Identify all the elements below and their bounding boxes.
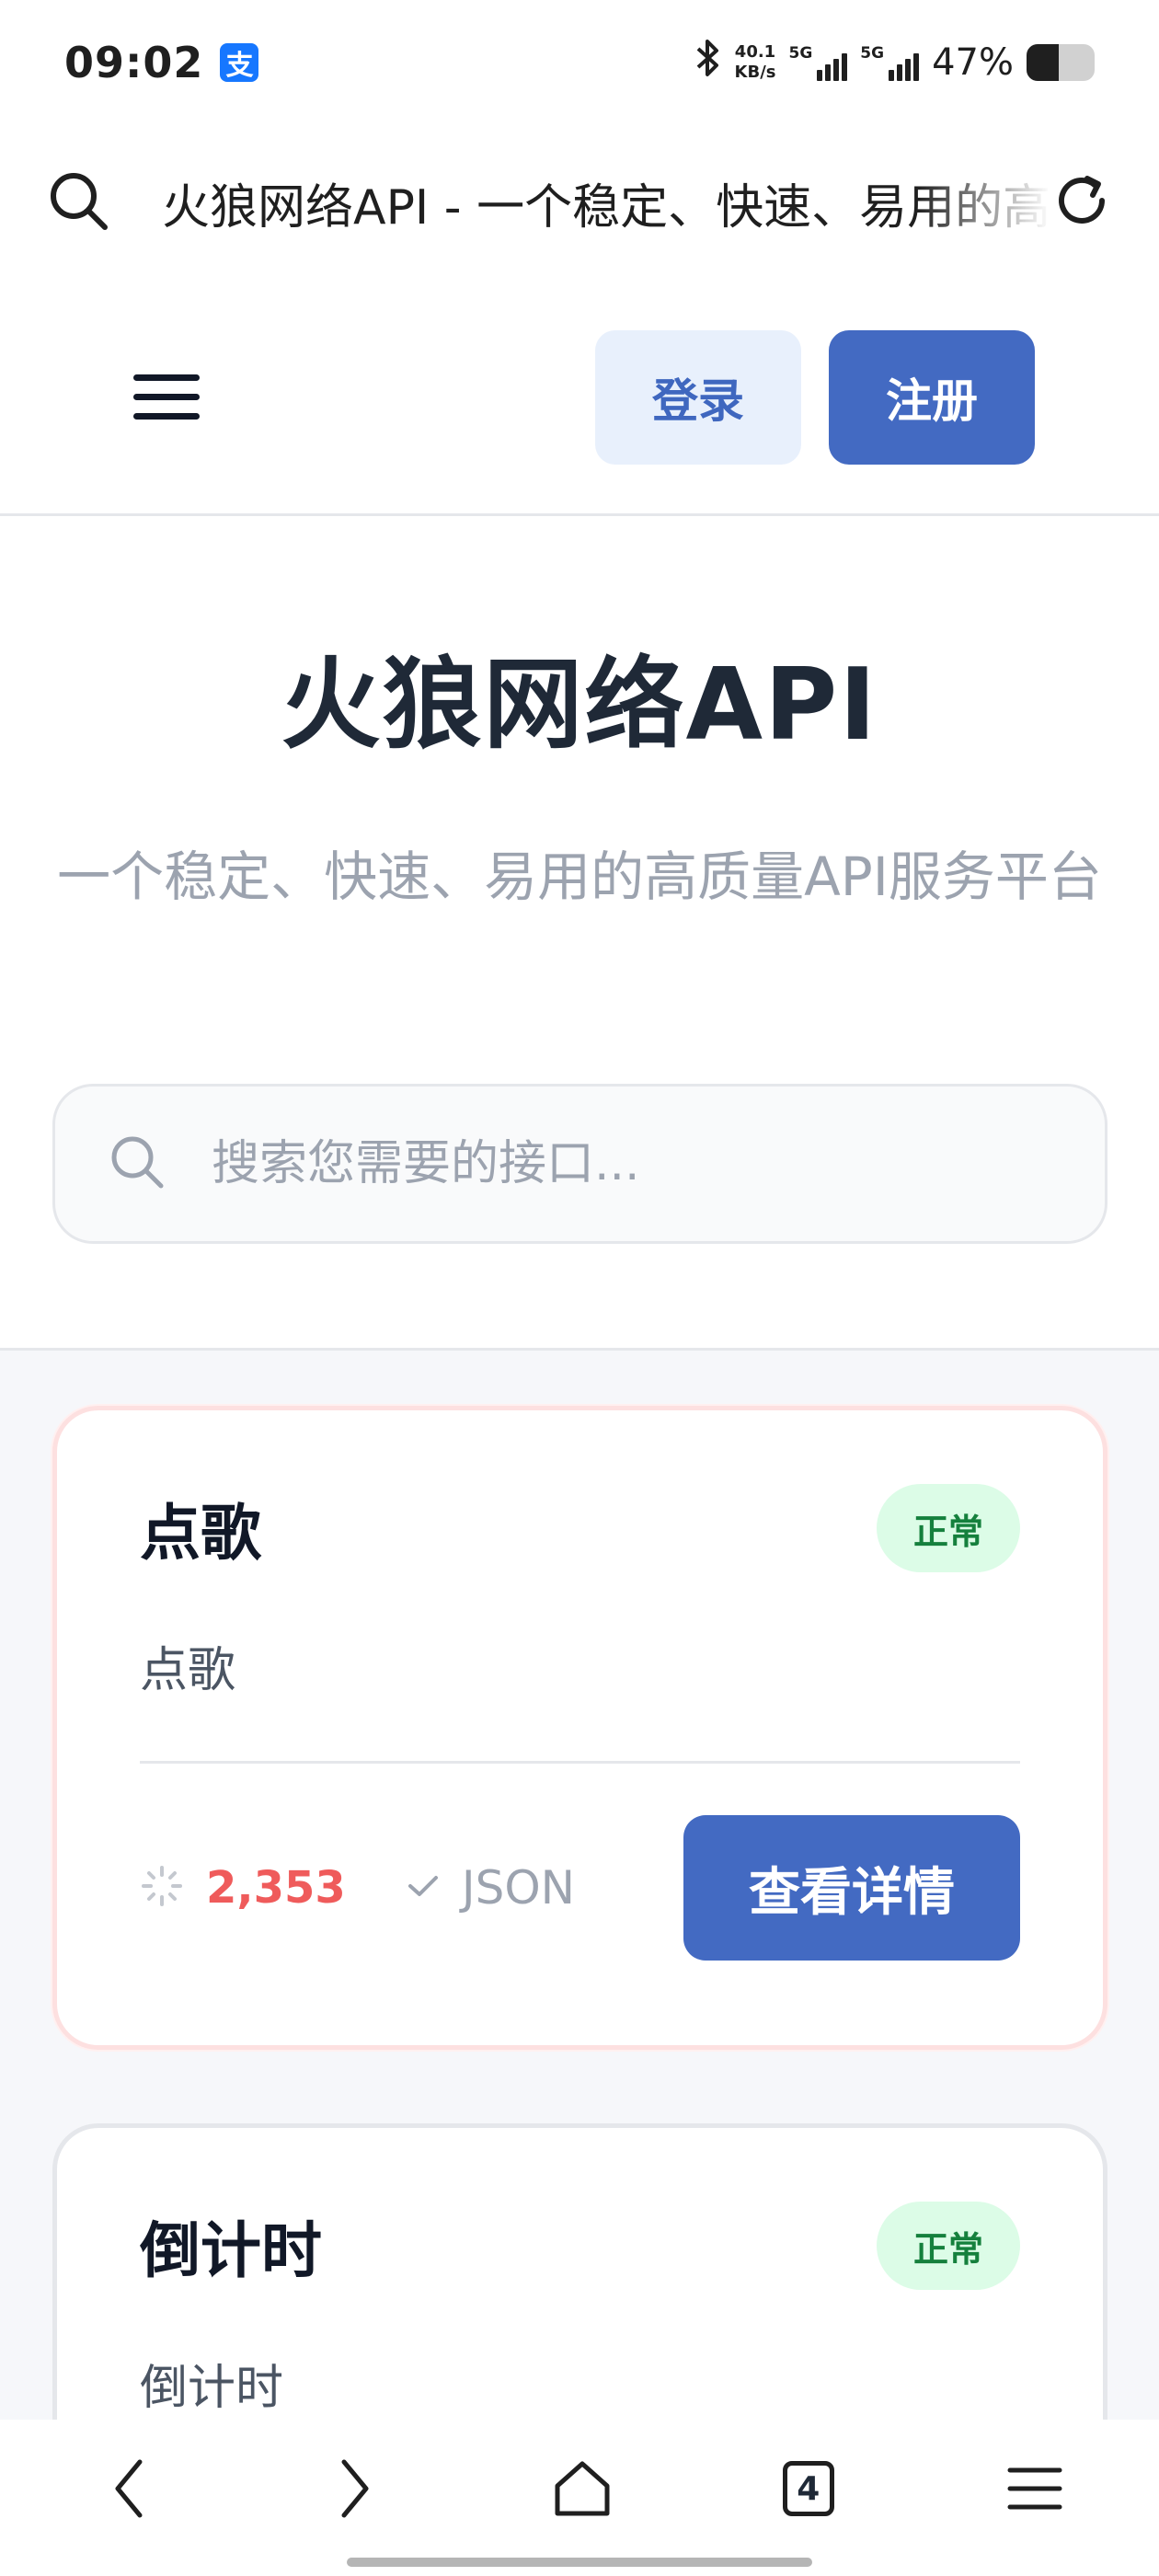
status-bar: 09:02 支 40.1 KB/s 5G 5G 47% [0,0,1159,124]
response-format: JSON [407,1861,575,1915]
check-icon [407,1872,440,1903]
browser-bottom-nav: 4 [0,2420,1159,2576]
login-button[interactable]: 登录 [595,329,801,465]
search-icon[interactable] [46,168,110,236]
call-count-value: 2,353 [206,1862,346,1914]
api-card-description: 点歌 [140,1643,236,1698]
tab-count: 4 [782,2461,834,2516]
hero-section: 火狼网络API 一个稳定、快速、易用的高质量API服务平台 [0,516,1159,1348]
status-indicators: 40.1 KB/s 5G 5G 47% [694,38,1095,87]
api-card-description: 倒计时 [140,2361,284,2416]
reload-icon[interactable] [1050,169,1113,236]
browser-address-bar[interactable]: 火狼网络API - 一个稳定、快速、易用的高质量API服务平台 [0,124,1159,281]
signal-5g-1-label: 5G [788,43,813,63]
api-card[interactable]: 点歌 正常 点歌 2,353 JSON 查看详情 [52,1406,1107,2050]
network-speed-unit: KB/s [734,62,776,82]
battery-percent: 47% [932,40,1014,84]
battery-icon [1027,43,1095,81]
api-card[interactable]: 倒计时 正常 倒计时 [52,2123,1107,2420]
status-time: 09:02 [64,37,204,87]
search-icon [109,1133,166,1194]
api-card-title: 倒计时 [140,2215,322,2286]
search-box[interactable] [52,1084,1107,1244]
signal-5g-2-label: 5G [860,43,885,63]
api-card-title: 点歌 [140,1498,261,1569]
battery-level-fill [1027,43,1059,81]
call-count: 2,353 [140,1862,346,1914]
signal-5g-1-icon: 5G [789,44,848,81]
network-speed: 40.1 KB/s [735,42,776,83]
register-button[interactable]: 注册 [829,329,1035,465]
site-header: 登录 注册 [0,281,1159,516]
menu-icon[interactable] [998,2452,1072,2525]
auth-buttons: 登录 注册 [595,329,1035,465]
network-speed-value: 40.1 [734,41,776,62]
home-icon[interactable] [545,2452,619,2525]
bluetooth-icon [694,38,722,87]
page-title: 火狼网络API [281,648,878,763]
menu-icon[interactable] [133,374,200,420]
loading-spinner-icon [140,1864,184,1912]
address-bar-page-title[interactable]: 火狼网络API - 一个稳定、快速、易用的高质量API服务平台 [162,168,1050,237]
back-icon[interactable] [92,2452,166,2525]
divider [140,1761,1020,1764]
home-indicator[interactable] [347,2558,812,2567]
page-subtitle: 一个稳定、快速、易用的高质量API服务平台 [57,845,1102,908]
forward-icon[interactable] [318,2452,392,2525]
status-badge: 正常 [877,2202,1020,2290]
view-details-button[interactable]: 查看详情 [683,1815,1020,1961]
alipay-notification-icon: 支 [220,42,259,82]
signal-5g-2-icon: 5G [860,43,920,81]
status-badge: 正常 [877,1484,1020,1572]
api-list: 点歌 正常 点歌 2,353 JSON 查看详情 倒计时 正常 倒计时 [0,1348,1159,2420]
search-input[interactable] [212,1136,1039,1191]
response-format-label: JSON [461,1861,576,1915]
tabs-button[interactable]: 4 [772,2452,845,2525]
